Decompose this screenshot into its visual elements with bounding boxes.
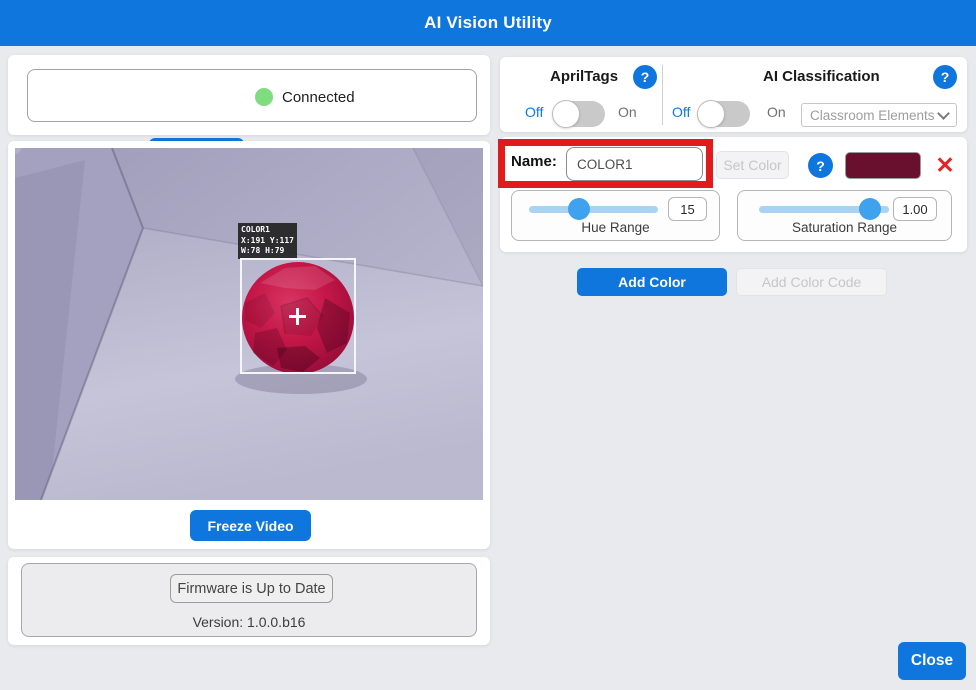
camera-feed[interactable]: COLOR1X:191 Y:117W:78 H:79: [15, 148, 483, 500]
saturation-value-box[interactable]: 1.00: [893, 197, 937, 221]
freeze-video-button[interactable]: Freeze Video: [190, 510, 311, 541]
ai-vision-utility-dialog: AI Vision Utility Disconnect Connected: [0, 0, 976, 690]
apriltags-off-label: Off: [525, 104, 543, 120]
hue-slider-knob[interactable]: [568, 198, 590, 220]
close-button[interactable]: Close: [898, 642, 966, 680]
firmware-version-label: Version: 1.0.0.b16: [8, 614, 490, 630]
ai-classification-on-label: On: [767, 104, 786, 120]
video-card: COLOR1X:191 Y:117W:78 H:79 Freeze Video: [8, 141, 490, 549]
crosshair-icon: [296, 308, 299, 325]
toggle-knob: [697, 100, 725, 128]
section-divider: [662, 65, 663, 125]
apriltags-help-icon[interactable]: ?: [633, 65, 657, 89]
color-help-icon[interactable]: ?: [808, 153, 833, 178]
add-color-button[interactable]: Add Color: [577, 268, 727, 296]
saturation-slider-knob[interactable]: [859, 198, 881, 220]
hue-range-label: Hue Range: [512, 220, 719, 235]
ai-classification-toggle[interactable]: [698, 101, 750, 127]
saturation-range-label: Saturation Range: [738, 220, 951, 235]
firmware-card: Firmware is Up to Date Version: 1.0.0.b1…: [8, 557, 490, 645]
detection-label: COLOR1X:191 Y:117W:78 H:79: [238, 223, 297, 259]
remove-color-icon[interactable]: ✕: [931, 151, 959, 179]
title-bar: AI Vision Utility: [0, 0, 976, 46]
firmware-status-button[interactable]: Firmware is Up to Date: [170, 574, 333, 603]
apriltags-title: AprilTags: [550, 68, 618, 85]
color-name-input[interactable]: [566, 147, 703, 181]
connected-status-dot: [255, 88, 273, 106]
hue-value-box[interactable]: 15: [668, 197, 707, 221]
chevron-down-icon: [937, 107, 950, 120]
page-title: AI Vision Utility: [424, 13, 552, 33]
set-color-button[interactable]: Set Color: [716, 151, 789, 179]
connection-status-label: Connected: [282, 89, 355, 106]
detection-modes-card: AprilTags ? Off On AI Classification ? O…: [500, 57, 967, 132]
ai-classification-off-label: Off: [672, 104, 690, 120]
connection-status-panel: [27, 69, 477, 122]
ai-classification-help-icon[interactable]: ?: [933, 65, 957, 89]
hue-slider-track[interactable]: [529, 206, 658, 213]
add-color-code-button[interactable]: Add Color Code: [736, 268, 887, 296]
toggle-knob: [552, 100, 580, 128]
classification-model-select[interactable]: Classroom Elements: [801, 103, 957, 127]
color-name-label: Name:: [511, 153, 557, 170]
saturation-range-group: 1.00 Saturation Range: [737, 190, 952, 241]
apriltags-on-label: On: [618, 104, 637, 120]
connection-card: Disconnect Connected: [8, 55, 490, 135]
ai-classification-title: AI Classification: [763, 68, 880, 85]
apriltags-toggle[interactable]: [553, 101, 605, 127]
hue-range-group: 15 Hue Range: [511, 190, 720, 241]
classification-model-value: Classroom Elements: [810, 108, 939, 123]
color-swatch[interactable]: [845, 152, 921, 179]
